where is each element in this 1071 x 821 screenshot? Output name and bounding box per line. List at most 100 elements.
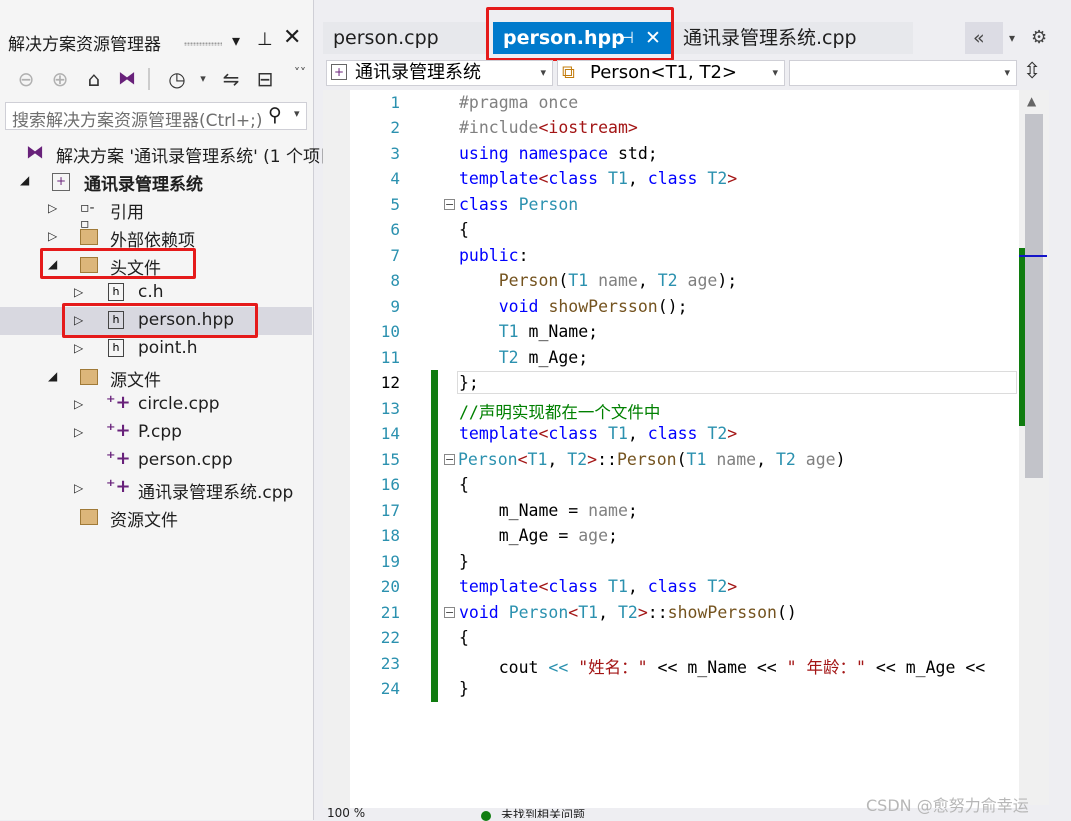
document-tab-bar: person.cpp person.hpp ⊣ ✕ 通讯录管理系统.cpp « … — [323, 7, 1071, 61]
tree-item-project[interactable]: ◢ + 通讯录管理系统 — [0, 167, 312, 195]
collapsed-arrow-icon[interactable]: ▷ — [74, 397, 83, 411]
code-line: } — [459, 679, 469, 698]
chevron-down-icon: ▾ — [1009, 31, 1016, 45]
tab-label: 通讯录管理系统.cpp — [683, 27, 857, 49]
code-line: m_Age = age; — [459, 526, 618, 545]
code-line: T2 m_Age; — [498, 348, 589, 367]
forward-icon[interactable]: ⊕ — [48, 66, 72, 92]
issues-status[interactable]: 未找到相关问题 — [501, 806, 585, 818]
tree-item-point-h[interactable]: ▷ h point.h — [0, 335, 312, 363]
code-line: void Person<T1, T2>::showPersson() — [459, 603, 797, 622]
settings-button[interactable]: ⚙ — [1027, 22, 1049, 54]
header-file-icon: h — [108, 339, 124, 357]
tree-item-label: point.h — [138, 338, 198, 358]
collapse-toggle[interactable]: − — [444, 454, 455, 465]
solution-icon: ⧓ — [26, 142, 44, 163]
tree-item-label: 解决方案 '通讯录管理系统' (1 个项目) — [56, 147, 344, 167]
tab-list-dropdown[interactable]: ▾ — [1005, 22, 1025, 54]
scroll-up-icon[interactable]: ▲ — [1027, 94, 1036, 108]
collapse-toggle[interactable]: − — [444, 607, 455, 618]
caret-position-marker — [1019, 255, 1047, 257]
highlight-box-person-hpp — [62, 303, 258, 338]
tree-item-circle-cpp[interactable]: ▷ ⁺+ circle.cpp — [0, 391, 312, 419]
tree-item-references[interactable]: ▷ ▫-▫ 引用 — [0, 195, 312, 232]
line-number-current: 12 — [380, 373, 400, 392]
code-line: { — [459, 220, 469, 239]
navigation-bar: + 通讯录管理系统 ▾ ⧉ Person<T1, T2> ▾ ▾ ⇳ — [323, 58, 1071, 88]
sync-icon[interactable]: ⇋ — [218, 66, 244, 92]
expanded-arrow-icon[interactable]: ◢ — [48, 369, 57, 383]
watermark: CSDN @愈努力俞幸运 — [866, 796, 1029, 815]
collapsed-arrow-icon[interactable]: ▷ — [48, 229, 57, 243]
tree-item-resource-files[interactable]: 资源文件 — [0, 503, 312, 531]
tab-main-cpp[interactable]: 通讯录管理系统.cpp — [673, 22, 913, 54]
pending-changes-icon[interactable]: ◷ — [164, 66, 190, 92]
tab-overflow-button[interactable]: « — [965, 22, 1003, 54]
overflow-icon[interactable]: ˅˅ — [294, 60, 306, 86]
member-dropdown[interactable]: ▾ — [789, 60, 1017, 86]
tab-person-cpp[interactable]: person.cpp — [323, 22, 489, 54]
code-line: { — [459, 628, 469, 647]
external-deps-icon — [80, 229, 98, 245]
line-number: 15 — [380, 450, 400, 469]
collapsed-arrow-icon[interactable]: ▷ — [48, 201, 57, 215]
editor-gutter — [323, 90, 350, 820]
collapsed-arrow-icon[interactable]: ▷ — [74, 285, 83, 299]
code-line: //声明实现都在一个文件中 — [459, 403, 661, 422]
code-editor[interactable]: 1 2 3 4 5 6 7 8 9 10 11 12 13 14 15 16 1… — [323, 90, 1019, 820]
split-window-icon[interactable]: ⇳ — [1023, 59, 1041, 84]
tree-item-label: person.cpp — [138, 450, 233, 470]
current-line-highlight — [457, 371, 1017, 394]
search-icon[interactable]: ⚲ — [268, 104, 282, 126]
tree-item-main-cpp[interactable]: ▷ ⁺+ 通讯录管理系统.cpp — [0, 475, 312, 503]
line-number: 23 — [380, 654, 400, 673]
references-icon: ▫-▫ — [80, 200, 95, 232]
line-number: 7 — [390, 246, 400, 265]
line-number: 21 — [380, 603, 400, 622]
code-line: void showPersson(); — [498, 297, 688, 316]
collapsed-arrow-icon[interactable]: ▷ — [74, 341, 83, 355]
code-line: }; — [459, 373, 479, 392]
expanded-arrow-icon[interactable]: ◢ — [20, 173, 29, 187]
solution-explorer-panel: 解决方案资源管理器 ▾ ⊥ ✕ ⊖ ⊕ ⌂ ⧓ ◷ ▾ ⇋ ⊟ ˅˅ 搜索解决方… — [0, 0, 344, 820]
collapsed-arrow-icon[interactable]: ▷ — [74, 481, 83, 495]
cpp-file-icon: ⁺+ — [106, 476, 131, 497]
tree-item-solution[interactable]: ⧓ 解决方案 '通讯录管理系统' (1 个项目) — [0, 139, 344, 167]
tree-item-p-cpp[interactable]: ▷ ⁺+ P.cpp — [0, 419, 312, 447]
collapse-all-icon[interactable]: ⊟ — [252, 66, 278, 92]
drag-handle[interactable] — [184, 42, 222, 46]
pin-icon[interactable]: ⊥ — [257, 30, 273, 50]
tree-item-external-deps[interactable]: ▷ 外部依赖项 — [0, 223, 312, 251]
header-file-icon: h — [108, 283, 124, 301]
vs-switch-views-icon[interactable]: ⧓ — [114, 66, 140, 92]
chevron-down-icon[interactable]: ▾ — [196, 66, 210, 92]
line-number: 19 — [380, 552, 400, 571]
solution-search-box[interactable]: 搜索解决方案资源管理器(Ctrl+;) ⚲ ▾ — [5, 102, 307, 131]
dropdown-icon[interactable]: ▾ — [232, 31, 240, 51]
search-options-icon[interactable]: ▾ — [294, 107, 300, 120]
line-number: 8 — [390, 271, 400, 290]
tree-item-person-cpp[interactable]: ⁺+ person.cpp — [0, 447, 312, 475]
line-number: 24 — [380, 679, 400, 698]
tree-item-label: c.h — [138, 282, 164, 302]
project-dropdown[interactable]: + 通讯录管理系统 ▾ — [326, 60, 553, 86]
close-icon[interactable]: ✕ — [283, 27, 301, 49]
collapse-toggle[interactable]: − — [444, 199, 455, 210]
search-input[interactable]: 搜索解决方案资源管理器(Ctrl+;) — [12, 106, 262, 131]
back-icon[interactable]: ⊖ — [14, 66, 38, 92]
tree-item-source-files[interactable]: ◢ 源文件 — [0, 363, 312, 391]
home-icon[interactable]: ⌂ — [82, 66, 106, 92]
collapsed-arrow-icon[interactable]: ▷ — [74, 425, 83, 439]
tab-label: person.cpp — [333, 27, 439, 49]
class-icon: ⧉ — [562, 62, 575, 83]
line-number: 14 — [380, 424, 400, 443]
vertical-scrollbar[interactable]: ▲ — [1019, 90, 1049, 805]
line-number: 4 — [390, 169, 400, 188]
scope-dropdown[interactable]: ⧉ Person<T1, T2> ▾ — [557, 60, 785, 86]
line-number: 9 — [390, 297, 400, 316]
scrollbar-thumb[interactable] — [1025, 114, 1043, 478]
code-line: using namespace std; — [459, 144, 658, 163]
highlight-box-header-files — [40, 248, 196, 279]
highlight-box-active-tab — [486, 7, 674, 61]
zoom-level[interactable]: 100 % — [327, 806, 365, 818]
